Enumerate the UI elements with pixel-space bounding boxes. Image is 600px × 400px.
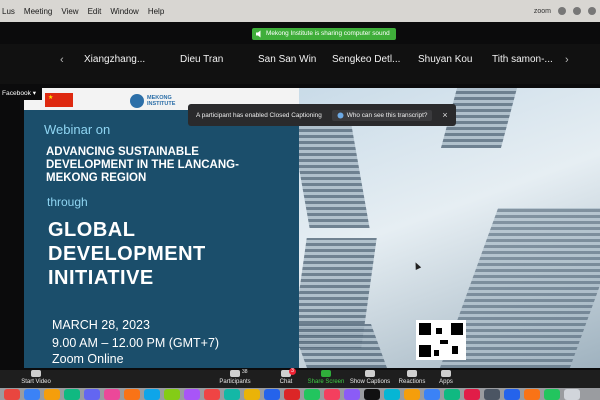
- facebook-label[interactable]: Facebook ▾: [0, 88, 42, 100]
- qr-code-image: [416, 320, 466, 360]
- closed-caption-notification: A participant has enabled Closed Caption…: [188, 104, 456, 126]
- chat-badge: 3: [289, 368, 296, 375]
- menu-view[interactable]: View: [61, 7, 78, 16]
- video-camera-icon: [31, 370, 41, 377]
- mac-dock: [0, 388, 600, 400]
- dock-app-icon[interactable]: [144, 389, 160, 400]
- event-time: 9.00 AM – 12.00 PM (GMT+7): [52, 336, 220, 350]
- dock-app-icon[interactable]: [244, 389, 260, 400]
- event-date: MARCH 28, 2023: [52, 318, 150, 332]
- dock-app-icon[interactable]: [124, 389, 140, 400]
- share-screen-icon: [321, 370, 331, 377]
- share-screen-button[interactable]: Share Screen: [304, 370, 348, 385]
- strip-next-arrow[interactable]: ›: [565, 54, 569, 66]
- dock-app-icon[interactable]: [424, 389, 440, 400]
- dock-app-icon[interactable]: [484, 389, 500, 400]
- logo-text: MEKONG INSTITUTE: [147, 95, 176, 107]
- dock-app-icon[interactable]: [404, 389, 420, 400]
- dock-app-icon[interactable]: [444, 389, 460, 400]
- dock-app-icon[interactable]: [64, 389, 80, 400]
- dock-app-icon[interactable]: [164, 389, 180, 400]
- participants-icon: [230, 370, 240, 377]
- search-icon[interactable]: [588, 7, 596, 15]
- dock-app-icon[interactable]: [284, 389, 300, 400]
- participants-button[interactable]: Participants 38: [214, 369, 256, 385]
- apps-button[interactable]: Apps: [432, 370, 460, 385]
- reactions-button[interactable]: Reactions: [394, 370, 430, 385]
- participant-tile[interactable]: Dieu Tran: [180, 54, 223, 65]
- participant-tile[interactable]: Tith samon-...: [492, 54, 553, 65]
- mac-menubar: Lus Meeting View Edit Window Help zoom: [0, 0, 600, 22]
- dock-app-icon[interactable]: [364, 389, 380, 400]
- sharing-sound-text: Mekong Institute is sharing computer sou…: [266, 30, 390, 37]
- participant-tile[interactable]: San San Win: [258, 54, 316, 65]
- webinar-intro: Webinar on: [44, 122, 111, 137]
- dock-app-icon[interactable]: [104, 389, 120, 400]
- speaker-icon: [256, 30, 261, 38]
- menu-app[interactable]: Lus: [2, 7, 15, 16]
- dock-app-icon[interactable]: [464, 389, 480, 400]
- initiative-title: GLOBAL DEVELOPMENT INITIATIVE: [48, 219, 206, 289]
- info-icon: [337, 112, 344, 118]
- dock-app-icon[interactable]: [24, 389, 40, 400]
- dock-app-icon[interactable]: [224, 389, 240, 400]
- start-video-button[interactable]: Start Video: [18, 370, 54, 385]
- apps-icon: [441, 370, 451, 377]
- wifi-icon[interactable]: [573, 7, 581, 15]
- webinar-headline: ADVANCING SUSTAINABLE DEVELOPMENT IN THE…: [46, 146, 239, 184]
- close-icon[interactable]: ×: [442, 110, 447, 120]
- strip-prev-arrow[interactable]: ‹: [60, 54, 64, 66]
- participant-tile[interactable]: Sengkeo Detl...: [332, 54, 400, 65]
- control-center-icon[interactable]: [558, 7, 566, 15]
- show-captions-button[interactable]: Show Captions: [348, 370, 392, 385]
- reaction-icon: [407, 370, 417, 377]
- menu-edit[interactable]: Edit: [88, 7, 102, 16]
- sharing-sound-banner: Mekong Institute is sharing computer sou…: [252, 28, 396, 40]
- skyscraper-image: [299, 324, 388, 368]
- dock-app-icon[interactable]: [264, 389, 280, 400]
- participant-tile[interactable]: Xiangzhang...: [84, 54, 145, 65]
- dock-app-icon[interactable]: [44, 389, 60, 400]
- skyscraper-image: [299, 108, 370, 228]
- event-venue: Zoom Online: [52, 352, 124, 366]
- menu-window[interactable]: Window: [110, 7, 138, 16]
- menu-help[interactable]: Help: [148, 7, 164, 16]
- zoom-meeting-toolbar: Start Video Participants 38 Chat 3 Share…: [0, 368, 600, 388]
- dock-app-icon[interactable]: [304, 389, 320, 400]
- dock-app-icon[interactable]: [544, 389, 560, 400]
- participants-count: 38: [242, 369, 248, 375]
- dock-app-icon[interactable]: [4, 389, 20, 400]
- menu-meeting[interactable]: Meeting: [24, 7, 52, 16]
- chat-button[interactable]: Chat 3: [272, 368, 300, 385]
- participant-tile[interactable]: Shuyan Kou: [418, 54, 473, 65]
- globe-icon: [130, 94, 144, 108]
- dock-app-icon[interactable]: [504, 389, 520, 400]
- dock-app-icon[interactable]: [324, 389, 340, 400]
- transcript-visibility-button[interactable]: Who can see this transcript?: [331, 109, 433, 121]
- transcript-visibility-label: Who can see this transcript?: [346, 111, 428, 119]
- through-label: through: [47, 195, 88, 209]
- dock-app-icon[interactable]: [344, 389, 360, 400]
- china-flag-icon: ★: [45, 93, 73, 107]
- cc-notice-message: A participant has enabled Closed Caption…: [196, 111, 322, 119]
- menubar-status-area: zoom: [534, 0, 596, 22]
- dock-app-icon[interactable]: [564, 389, 580, 400]
- zoom-status-label[interactable]: zoom: [534, 8, 551, 15]
- dock-app-icon[interactable]: [84, 389, 100, 400]
- dock-app-icon[interactable]: [204, 389, 220, 400]
- cc-icon: [365, 370, 375, 377]
- dock-app-icon[interactable]: [384, 389, 400, 400]
- dock-app-icon[interactable]: [524, 389, 540, 400]
- dock-app-icon[interactable]: [184, 389, 200, 400]
- mekong-institute-logo: MEKONG INSTITUTE: [130, 94, 175, 108]
- participant-strip: ‹ Xiangzhang... Dieu Tran San San Win Se…: [0, 44, 600, 84]
